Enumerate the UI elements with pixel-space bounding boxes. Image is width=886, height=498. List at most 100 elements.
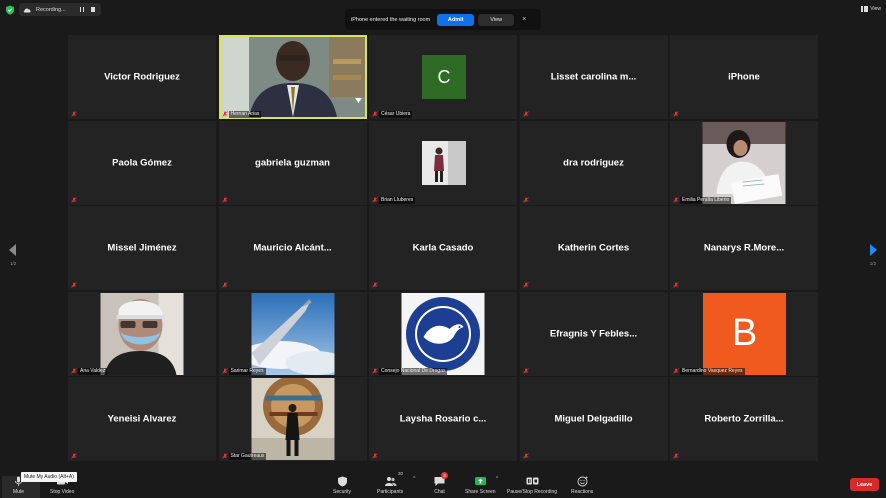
participant-name: Missel Jiménez <box>107 242 177 254</box>
muted-mic-icon <box>71 196 77 203</box>
cloud-recording-icon <box>23 7 31 12</box>
leave-button[interactable]: Leave <box>850 478 879 491</box>
next-page-arrow-icon[interactable] <box>868 244 878 256</box>
view-waiting-room-button[interactable]: View <box>478 13 515 26</box>
participants-options-caret-icon[interactable]: ^ <box>413 476 415 482</box>
muted-mic-icon <box>221 111 228 117</box>
security-button[interactable]: Security <box>333 476 351 495</box>
participant-tile[interactable]: gabriela guzman <box>218 120 367 205</box>
participant-tile[interactable]: Laysha Rosario c... <box>369 377 517 461</box>
participant-photo <box>251 292 334 375</box>
participant-tile[interactable]: Paola Gómez <box>68 120 216 205</box>
muted-mic-icon <box>673 453 679 459</box>
smiley-icon <box>577 476 588 487</box>
previous-page-arrow-icon[interactable] <box>8 244 18 256</box>
pause-icon <box>79 7 82 12</box>
participant-name: gabriela guzman <box>255 157 330 168</box>
participant-name: Nanarys R.More... <box>703 242 785 254</box>
gallery-grid: Victor Rodriguez Hernan Arias C César Ub… <box>68 35 818 463</box>
participants-label: Participants <box>377 489 404 495</box>
admit-button[interactable]: Admit <box>437 13 475 26</box>
participant-tile[interactable]: Emilia Peralta Liberio <box>670 120 818 205</box>
participant-name: Victor Rodriguez <box>104 71 180 83</box>
muted-mic-icon <box>673 282 679 288</box>
avatar: C <box>422 55 466 99</box>
participant-photo <box>100 292 184 375</box>
pause-recording-button[interactable] <box>78 6 86 14</box>
participant-tile[interactable]: C César Ubiera <box>369 35 517 119</box>
share-screen-button[interactable]: Share Screen <box>465 476 496 495</box>
participant-tile[interactable]: Lisset carolina m... <box>519 35 668 119</box>
participant-name: Paola Gómez <box>112 157 172 168</box>
participant-tile[interactable]: B Bernardino Vasquez Reyes <box>670 291 818 376</box>
participant-tile[interactable]: Miguel Delgadillo <box>519 377 668 461</box>
chevron-down-icon[interactable] <box>354 98 362 104</box>
muted-mic-icon <box>372 196 378 203</box>
page-indicator-left: 1/2 <box>10 261 17 266</box>
share-screen-label: Share Screen <box>465 489 496 495</box>
participants-icon <box>384 477 397 486</box>
participant-name: Laysha Rosario c... <box>399 413 487 425</box>
muted-mic-icon <box>522 282 529 288</box>
participant-tile[interactable]: Karla Casado <box>369 206 517 290</box>
participant-tile[interactable]: Sarimar Reyes <box>218 291 367 376</box>
muted-mic-icon <box>71 111 77 117</box>
muted-mic-icon <box>221 367 228 374</box>
participant-label: Emilia Peralta Liberio <box>680 196 732 204</box>
participant-tile[interactable]: Yeneisi Alvarez <box>68 377 216 461</box>
muted-mic-icon <box>522 111 529 117</box>
chat-label: Chat <box>434 489 445 495</box>
security-label: Security <box>333 489 352 495</box>
participants-button[interactable]: Participants <box>377 476 403 495</box>
muted-mic-icon <box>673 196 679 203</box>
participant-label: Hernan Arias <box>228 111 262 118</box>
muted-mic-icon <box>71 367 77 374</box>
reactions-label: Reactions <box>571 489 594 495</box>
stop-icon <box>90 7 96 12</box>
participant-video <box>220 37 365 117</box>
share-options-caret-icon[interactable]: ^ <box>496 476 498 482</box>
participant-photo <box>422 140 466 185</box>
participant-name: dra rodriguez <box>563 157 624 168</box>
participant-name: iPhone <box>728 71 760 83</box>
participant-tile[interactable]: Star Gautreaux <box>218 377 367 461</box>
muted-mic-icon <box>372 111 378 117</box>
participant-tile[interactable]: iPhone <box>670 35 818 119</box>
muted-mic-icon <box>372 367 378 374</box>
participant-tile[interactable]: Ana Valdez <box>68 291 216 376</box>
pause-stop-recording-label: Pause/Stop Recording <box>507 489 558 495</box>
participant-tile-active-speaker[interactable]: Hernan Arias <box>218 35 367 119</box>
participant-tile[interactable]: dra rodriguez <box>519 120 668 205</box>
participant-tile[interactable]: Katherin Cortes <box>519 206 668 290</box>
pause-stop-recording-button[interactable]: Pause/Stop Recording <box>507 476 557 495</box>
participant-name: Efragnis Y Febles... <box>549 328 638 339</box>
participant-tile[interactable]: Victor Rodriguez <box>68 35 216 119</box>
participant-tile[interactable]: Efragnis Y Febles... <box>519 291 668 376</box>
participant-tile[interactable]: Mauricio Alcánt... <box>218 206 367 290</box>
zoom-meeting-window: Recording... View iPhone entered the wai… <box>0 0 886 498</box>
muted-mic-icon <box>372 453 378 459</box>
muted-mic-icon <box>673 111 679 117</box>
chat-unread-badge: 3 <box>441 472 448 479</box>
mute-tooltip: Mute My Audio (Alt+A) <box>21 472 77 482</box>
view-button[interactable]: View <box>861 4 881 14</box>
participant-tile[interactable]: Roberto Zorrilla... <box>670 377 818 461</box>
participant-label: Ana Valdez <box>78 367 108 375</box>
muted-mic-icon <box>522 453 529 459</box>
participant-tile[interactable]: Missel Jiménez <box>68 206 216 290</box>
participant-name: Karla Casado <box>412 242 474 254</box>
organization-seal <box>401 292 485 375</box>
participant-label: Bernardino Vasquez Reyes <box>680 367 745 375</box>
participant-label: Consejo Nacional De Drogas <box>379 367 448 375</box>
stop-recording-button[interactable] <box>89 6 97 14</box>
shield-icon <box>6 5 14 15</box>
participant-tile[interactable]: Consejo Nacional De Drogas <box>369 291 517 376</box>
participant-tile[interactable]: Brian Lluberes <box>369 120 517 205</box>
reactions-button[interactable]: Reactions <box>571 476 593 495</box>
meeting-toolbar: Mute ^ Stop Video Mute My Audio (Alt+A) … <box>0 464 886 498</box>
stop-video-label: Stop Video <box>50 489 75 495</box>
close-icon[interactable]: × <box>522 16 526 23</box>
participant-tile[interactable]: Nanarys R.More... <box>670 206 818 290</box>
muted-mic-icon <box>221 282 228 288</box>
participant-label: César Ubiera <box>379 111 413 118</box>
